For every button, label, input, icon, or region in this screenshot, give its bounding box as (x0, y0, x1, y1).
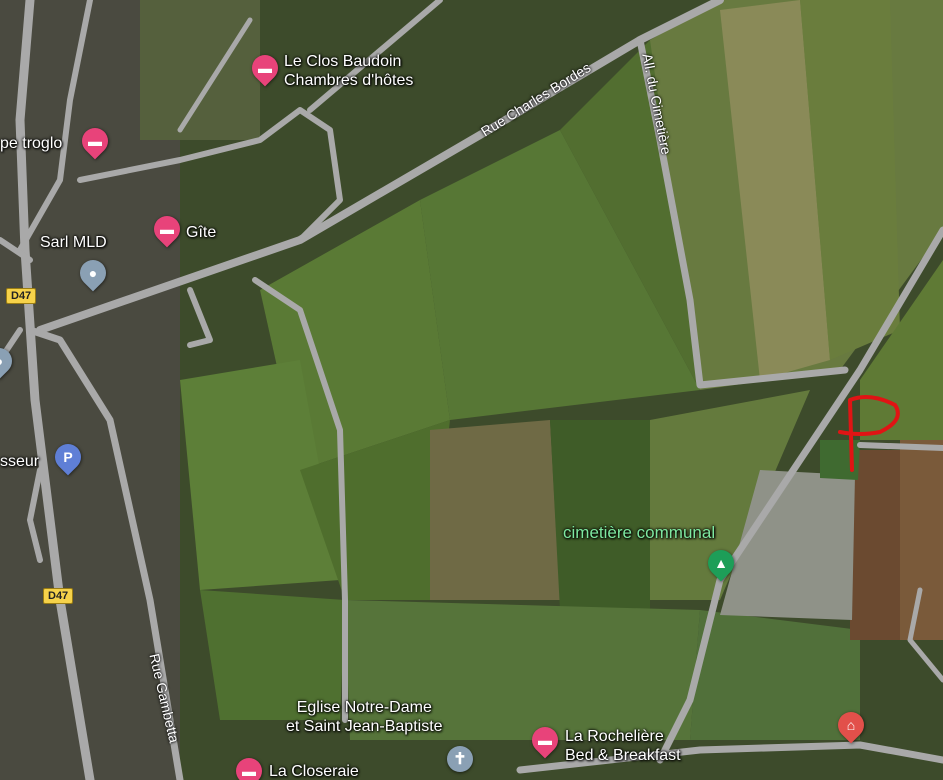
cross-icon: ✝ (453, 751, 467, 768)
cemetery-pin: ▲ (702, 544, 740, 582)
place-label-sarl-mld[interactable]: Sarl MLD (40, 233, 107, 252)
place-label-troglo[interactable]: pe troglo (0, 134, 62, 153)
parking-pin: P (49, 438, 87, 476)
location-pin-icon: ● (0, 353, 4, 369)
place-subtitle: Bed & Breakfast (565, 747, 681, 764)
place-label-gite[interactable]: Gîte (186, 223, 216, 242)
parking-icon: P (63, 449, 73, 465)
lodging-pin: ▬ (246, 49, 284, 87)
place-name: La Rochelière (565, 728, 664, 745)
satellite-imagery (0, 0, 943, 780)
place-label-sseur[interactable]: sseur (0, 452, 39, 471)
lodging-pin: ▬ (526, 721, 564, 759)
bed-icon: ▬ (160, 221, 174, 237)
place-name: Le Clos Baudoin (284, 53, 402, 70)
place-label-rocheliere[interactable]: La Rochelière Bed & Breakfast (565, 727, 681, 765)
place-label-closeraie[interactable]: La Closeraie (269, 762, 359, 780)
place-label-eglise[interactable]: Eglise Notre-Dame et Saint Jean-Baptiste (286, 698, 443, 736)
location-pin: ● (74, 254, 112, 292)
place-subtitle: et Saint Jean-Baptiste (286, 718, 443, 735)
tree-icon: ▲ (714, 555, 728, 571)
place-name: Eglise Notre-Dame (296, 699, 432, 716)
bed-icon: ▬ (88, 133, 102, 149)
bed-icon: ▬ (538, 732, 552, 748)
route-badge-d47-top: D47 (6, 288, 37, 304)
place-label-clos-baudoin[interactable]: Le Clos Baudoin Chambres d'hôtes (284, 52, 413, 90)
place-subtitle: Chambres d'hôtes (284, 72, 414, 89)
location-pin-icon: ● (88, 265, 98, 281)
map-view[interactable]: Rue Charles Bordes All. du Cimetière Rue… (0, 0, 943, 780)
bed-icon: ▬ (242, 763, 256, 779)
route-badge-d47-bottom: D47 (43, 588, 74, 604)
house-cross-icon: ⌂ (846, 717, 856, 733)
lodging-pin: ▬ (76, 122, 114, 160)
place-label-cimetiere[interactable]: cimetière communal (563, 523, 715, 542)
lodging-pin: ▬ (148, 210, 186, 248)
health-pin: ⌂ (832, 706, 870, 744)
bed-icon: ▬ (258, 60, 272, 76)
place-eglise-marker[interactable]: ✝ (447, 746, 473, 772)
